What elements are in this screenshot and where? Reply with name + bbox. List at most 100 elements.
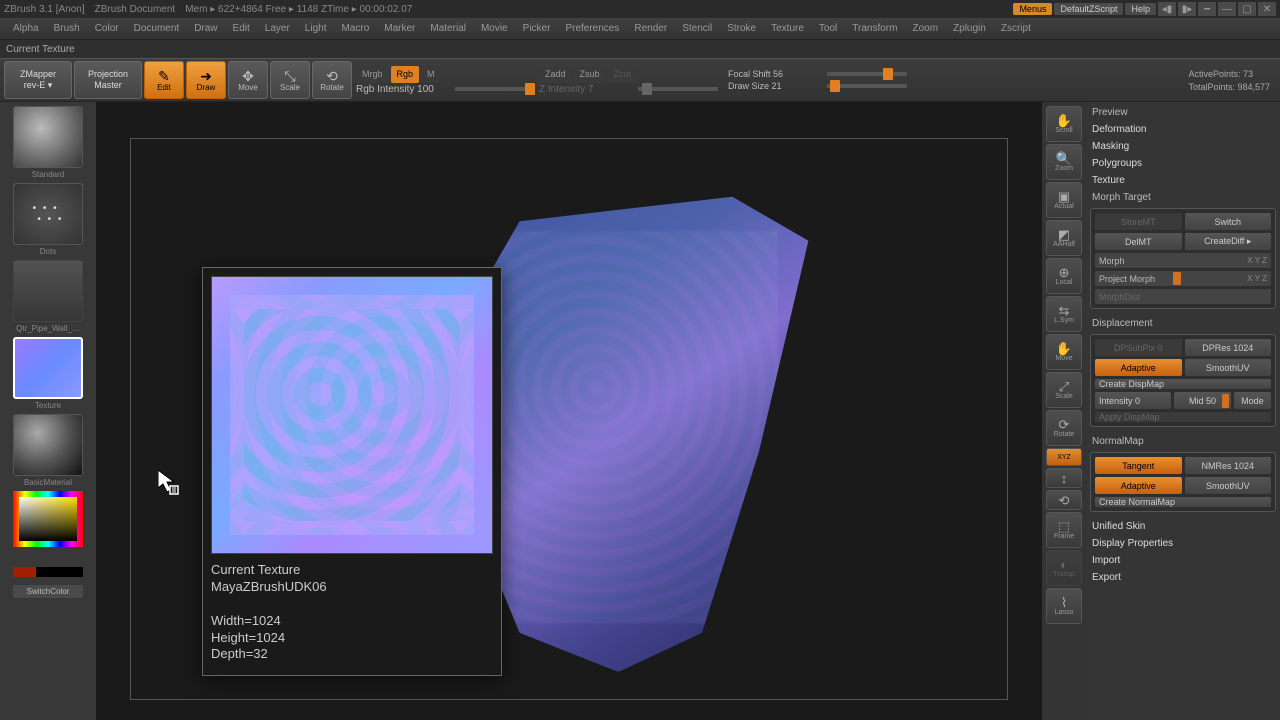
stroke-thumb[interactable] [13,183,83,245]
menu-zscript[interactable]: Zscript [994,21,1038,36]
menu-light[interactable]: Light [298,21,334,36]
help-button[interactable]: Help [1125,3,1156,15]
disp-mid[interactable]: Mid 50 [1174,392,1231,409]
menu-movie[interactable]: Movie [474,21,515,36]
menu-transform[interactable]: Transform [845,21,904,36]
tangent-button[interactable]: Tangent [1095,457,1182,474]
minimize-icon[interactable]: — [1218,2,1236,16]
nm-smoothuv-button[interactable]: SmoothUV [1185,477,1272,494]
project-morph-slider[interactable]: Project MorphX Y Z [1095,271,1271,286]
rgb-intensity-label[interactable]: Rgb Intensity 100 [356,84,451,95]
menu-preferences[interactable]: Preferences [558,21,626,36]
zadd-button[interactable]: Zadd [539,66,572,83]
prev-layout-icon[interactable]: ◂▮ [1158,2,1176,16]
move-button[interactable]: ✥Move [228,61,268,99]
vp-scale-button[interactable]: ⤢Scale [1046,372,1082,408]
menu-material[interactable]: Material [423,21,473,36]
menu-picker[interactable]: Picker [516,21,558,36]
rgb-intensity-slider[interactable] [455,87,535,91]
zoom-button[interactable]: 🔍Zoom [1046,144,1082,180]
scroll-button[interactable]: ✋Scroll [1046,106,1082,142]
menu-render[interactable]: Render [627,21,674,36]
edit-button[interactable]: ✎Edit [144,61,184,99]
section-preview[interactable]: Preview [1090,104,1276,121]
zcut-button[interactable]: Zcut [608,66,638,83]
create-dispmap-button[interactable]: Create DispMap [1095,379,1271,389]
morph-slider[interactable]: MorphX Y Z [1095,253,1271,268]
menu-document[interactable]: Document [127,21,187,36]
transp-button[interactable]: ◐Transp [1046,550,1082,586]
lasso-button[interactable]: ⌇Lasso [1046,588,1082,624]
frame-button[interactable]: ⬚Frame [1046,512,1082,548]
section-displacement[interactable]: Displacement [1090,315,1276,332]
dpsubpix-button[interactable]: DPSubPix 0 [1095,339,1182,356]
color-swatches[interactable] [13,567,83,577]
menu-edit[interactable]: Edit [226,21,257,36]
mrgb-button[interactable]: Mrgb [356,66,389,83]
section-polygroups[interactable]: Polygroups [1090,155,1276,172]
storemt-button[interactable]: StoreMT [1095,213,1182,230]
maximize-icon[interactable]: ▢ [1238,2,1256,16]
menu-zoom[interactable]: Zoom [905,21,945,36]
next-layout-icon[interactable]: ▮▸ [1178,2,1196,16]
z-axis-button[interactable]: ⟲ [1046,490,1082,510]
zsub-button[interactable]: Zsub [574,66,606,83]
disp-intensity[interactable]: Intensity 0 [1095,392,1171,409]
morphdist-slider[interactable]: MorphDist [1095,289,1271,304]
zmapper-button[interactable]: ZMapper rev-E ▾ [4,61,72,99]
m-button[interactable]: M [421,66,441,83]
scale-button[interactable]: ⤡Scale [270,61,310,99]
menu-alpha[interactable]: Alpha [6,21,46,36]
section-masking[interactable]: Masking [1090,138,1276,155]
default-zscript-button[interactable]: DefaultZScript [1054,3,1123,15]
menu-brush[interactable]: Brush [47,21,87,36]
rotate-button[interactable]: ⟲Rotate [312,61,352,99]
menu-marker[interactable]: Marker [377,21,422,36]
texture-thumb[interactable] [13,337,83,399]
disp-adaptive-button[interactable]: Adaptive [1095,359,1182,376]
menu-macro[interactable]: Macro [334,21,376,36]
vp-rotate-button[interactable]: ⟳Rotate [1046,410,1082,446]
alpha-thumb[interactable] [13,260,83,322]
create-normalmap-button[interactable]: Create NormalMap [1095,497,1271,507]
menu-texture[interactable]: Texture [764,21,811,36]
color-picker[interactable] [13,491,83,563]
menu-draw[interactable]: Draw [187,21,224,36]
draw-size-label[interactable]: Draw Size 21 [728,81,823,91]
draw-button[interactable]: ➜Draw [186,61,226,99]
apply-dispmap-button[interactable]: Apply DispMap [1095,412,1271,422]
menu-color[interactable]: Color [88,21,126,36]
y-axis-button[interactable]: ↕ [1046,468,1082,488]
section-unified-skin[interactable]: Unified Skin [1090,518,1276,535]
projection-master-button[interactable]: Projection Master [74,61,142,99]
switch-button[interactable]: Switch [1185,213,1272,230]
nmres-button[interactable]: NMRes 1024 [1185,457,1272,474]
hide-ui-button[interactable]: 🗕 [1198,2,1216,16]
focal-shift-label[interactable]: Focal Shift 56 [728,69,823,79]
menu-stroke[interactable]: Stroke [720,21,763,36]
delmt-button[interactable]: DelMT [1095,233,1182,250]
section-import[interactable]: Import [1090,552,1276,569]
dpres-button[interactable]: DPRes 1024 [1185,339,1272,356]
focal-shift-slider[interactable] [827,72,907,76]
menus-toggle[interactable]: Menus [1013,3,1052,15]
section-deformation[interactable]: Deformation [1090,121,1276,138]
actual-button[interactable]: ▣Actual [1046,182,1082,218]
aahalf-button[interactable]: ◩AAHalf [1046,220,1082,256]
close-icon[interactable]: ✕ [1258,2,1276,16]
section-morph-target[interactable]: Morph Target [1090,189,1276,206]
brush-thumb[interactable] [13,106,83,168]
creatediff-button[interactable]: CreateDiff ▸ [1185,233,1272,250]
z-intensity-label[interactable]: Z Intensity 7 [539,84,634,95]
section-export[interactable]: Export [1090,569,1276,586]
switch-color-button[interactable]: SwitchColor [13,585,83,598]
rgb-button[interactable]: Rgb [391,66,420,83]
menu-stencil[interactable]: Stencil [675,21,719,36]
draw-size-slider[interactable] [827,84,907,88]
disp-smoothuv-button[interactable]: SmoothUV [1185,359,1272,376]
disp-mode[interactable]: Mode [1234,392,1271,409]
lsym-button[interactable]: ⇆L.Sym [1046,296,1082,332]
section-texture[interactable]: Texture [1090,172,1276,189]
xyz-button[interactable]: XYZ [1046,448,1082,466]
section-display-properties[interactable]: Display Properties [1090,535,1276,552]
